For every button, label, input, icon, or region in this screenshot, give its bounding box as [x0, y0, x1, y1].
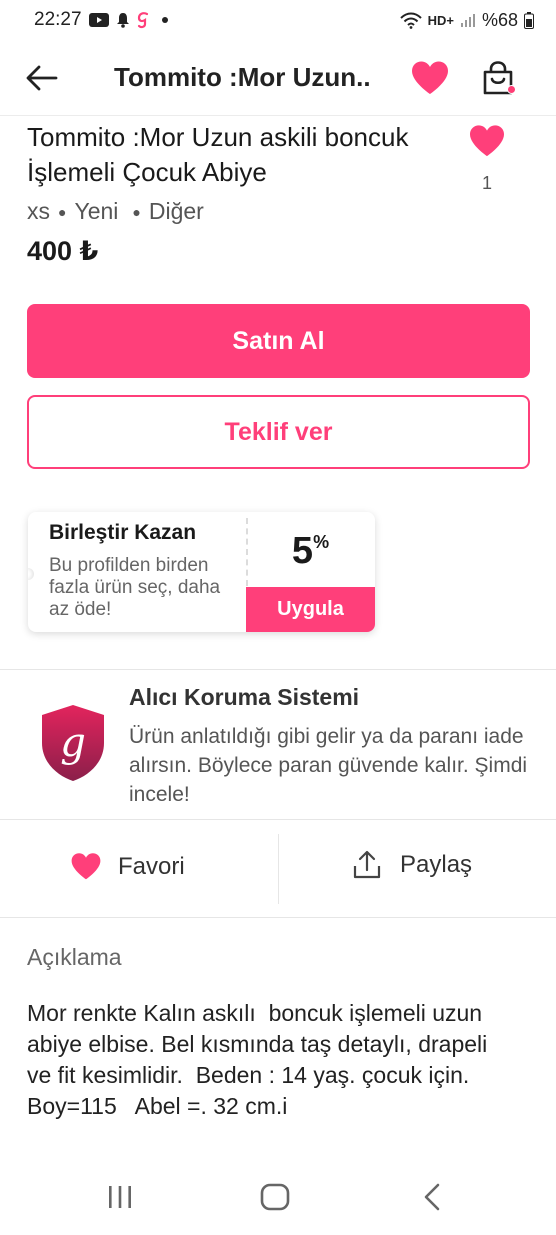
cart-badge [507, 85, 516, 94]
heart-icon [470, 125, 504, 157]
favorite-button[interactable]: Favori [70, 852, 185, 881]
cart-button[interactable] [476, 54, 520, 102]
bundle-offer: 5% Uygula [246, 512, 375, 632]
nav-back-icon [424, 1183, 440, 1211]
home-icon [260, 1183, 290, 1211]
app-g-icon [137, 11, 151, 29]
protection-description[interactable]: Ürün anlatıldığı gibi gelir ya da paranı… [129, 722, 529, 809]
status-time: 22:27 [34, 9, 82, 30]
description-heading: Açıklama [27, 944, 122, 970]
recents-icon [109, 1186, 131, 1208]
youtube-icon [88, 13, 109, 27]
status-bar: 22:27 HD+ %68 [0, 0, 556, 40]
bell-icon [116, 12, 130, 28]
nav-home-button[interactable] [255, 1182, 295, 1212]
bundle-percent-value: 5 [291, 530, 314, 572]
battery-icon [524, 11, 534, 29]
section-divider [0, 669, 556, 670]
notification-dot-icon [158, 13, 172, 27]
product-meta: xs ● Yeni ● Diğer [27, 198, 204, 225]
action-separator [278, 834, 279, 904]
network-type: HD+ [427, 12, 454, 28]
separator-dot: ● [58, 203, 67, 220]
make-offer-button[interactable]: Teklif ver [27, 395, 530, 469]
back-button[interactable] [22, 58, 62, 98]
buy-button[interactable]: Satın Al [27, 304, 530, 378]
heart-icon [412, 61, 448, 94]
shield-letter: g [60, 720, 86, 766]
apply-button[interactable]: Uygula [246, 587, 375, 632]
product-category: Diğer [148, 198, 204, 224]
page-title: Tommito :Mor Uzun.. [114, 62, 371, 92]
product-title: Tommito :Mor Uzun askili boncuk İşlemeli… [27, 122, 409, 187]
bundle-percent: 5% [246, 530, 375, 573]
arrow-left-icon [26, 65, 58, 91]
favorite-label: Favori [118, 852, 185, 880]
battery-percent: %68 [481, 9, 518, 30]
share-icon [353, 850, 381, 879]
wifi-icon [399, 12, 422, 29]
product-condition: Yeni [74, 198, 119, 224]
favorite-button-top[interactable] [408, 56, 452, 100]
description-body: Mor renkte Kalın askılı boncuk işlemeli … [27, 1000, 494, 1119]
like-count: 1 [481, 173, 492, 193]
product-price: 400 ₺ [27, 236, 99, 266]
system-nav-bar [0, 1160, 556, 1235]
signal-icon [460, 12, 476, 28]
share-button[interactable]: Paylaş [352, 850, 472, 880]
heart-icon [71, 853, 101, 880]
share-label: Paylaş [400, 851, 473, 878]
separator-dot: ● [132, 203, 141, 220]
nav-back-button[interactable] [412, 1182, 452, 1212]
percent-sign: % [313, 532, 330, 552]
buyer-protection-logo[interactable]: g [40, 703, 106, 783]
bundle-title: Birleştir Kazan [49, 521, 197, 544]
bundle-description: Bu profilden birden fazla ürün seç, daha… [49, 555, 221, 620]
app-bar: Tommito :Mor Uzun.. [0, 40, 556, 116]
like-button[interactable]: 1 [462, 124, 512, 194]
bundle-info: Birleştir Kazan Bu profilden birden fazl… [28, 512, 246, 632]
bundle-discount-card: Birleştir Kazan Bu profilden birden fazl… [28, 512, 375, 632]
shield-logo-icon: g [42, 705, 104, 781]
protection-title: Alıcı Koruma Sistemi [129, 684, 360, 710]
product-size: xs [27, 198, 50, 224]
nav-recents-button[interactable] [100, 1182, 140, 1212]
social-actions: Favori Paylaş [0, 819, 556, 918]
